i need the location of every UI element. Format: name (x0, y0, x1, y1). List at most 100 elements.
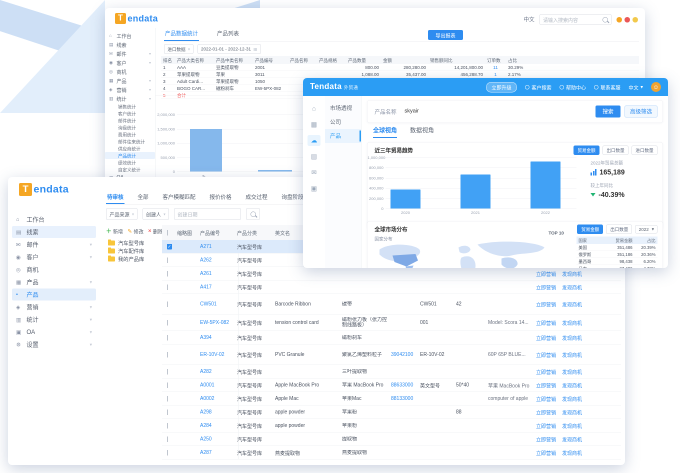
tab-待审核[interactable]: 待审核 (106, 190, 125, 204)
table-row[interactable]: 2苹果提取物苹果30111,088.0035,437.00456,288.701… (161, 71, 639, 78)
tab-产品列表[interactable]: 产品列表 (216, 28, 240, 41)
tab-全球视角[interactable]: 全球视角 (373, 126, 397, 138)
table-row[interactable]: A287汽车型号库燕麦提取物燕麦提取物立即营销发现商机 (162, 446, 621, 460)
sidebar-item-product[interactable]: ▦产品▾ (105, 76, 155, 85)
table-row[interactable]: CW501汽车型号库Barcode Ribbon碳带CW50142立即营销发现商… (162, 294, 621, 315)
table-row[interactable]: 美国351,48620.39% (577, 244, 658, 251)
discover-opportunity-link[interactable]: 发现商机 (562, 408, 582, 416)
marketing-now-link[interactable]: 立即营销 (536, 381, 556, 389)
hs-code[interactable]: 88133000 (389, 396, 418, 402)
sidebar-subitem[interactable]: 询盘统计 (105, 124, 155, 131)
row-checkbox[interactable] (167, 409, 168, 415)
marketing-now-link[interactable]: 立即营销 (536, 395, 556, 403)
tab-报价价格[interactable]: 报价价格 (209, 190, 233, 204)
row-checkbox[interactable] (167, 450, 168, 456)
marketing-now-link[interactable]: 立即营销 (536, 334, 556, 342)
table-row[interactable]: A282汽车型号库三叶提取物立即营销发现商机 (162, 365, 621, 379)
sidebar-subitem[interactable]: 产品统计 (105, 152, 155, 159)
home-icon[interactable]: ⌂ (308, 103, 321, 114)
tab-询盘阶段[interactable]: 询盘阶段 (281, 190, 305, 204)
search-button[interactable] (246, 208, 260, 220)
apps-icon[interactable]: ▦ (308, 119, 321, 130)
export-report-button[interactable]: 导出报表 (428, 30, 463, 40)
tab-客户模糊匹配[interactable]: 客户模糊匹配 (162, 190, 197, 204)
marketing-now-link[interactable]: 立即营销 (536, 449, 556, 457)
chip-贸易金额[interactable]: 贸易金额 (577, 225, 603, 235)
sidebar-item-leads[interactable]: ▤线索 (105, 40, 155, 49)
product-code-link[interactable]: CW501 (198, 301, 235, 307)
header-item-帮助中心[interactable]: 帮助中心 (559, 83, 586, 91)
row-checkbox[interactable] (167, 284, 168, 290)
global-search-input[interactable]: 请输入搜索内容 (540, 14, 612, 25)
sidebar-item-marketing[interactable]: ◈营销▾ (12, 301, 96, 313)
marketing-now-link[interactable]: 立即营销 (536, 300, 556, 308)
product-code-link[interactable]: A282 (198, 369, 235, 375)
cloud-icon[interactable]: ☁ (308, 135, 321, 146)
product-code-link[interactable]: A250 (198, 436, 235, 442)
discover-opportunity-link[interactable]: 发现商机 (562, 368, 582, 376)
table-row[interactable]: A0001汽车型号库Apple MacBook Pro苹果 MacBook Pr… (162, 379, 621, 393)
select-all-checkbox[interactable] (167, 230, 168, 236)
row-checkbox[interactable] (167, 396, 168, 402)
doc-icon[interactable]: ▣ (308, 183, 321, 194)
sidebar-item-mail[interactable]: ✉邮件▾ (12, 239, 96, 251)
tab-成交过程[interactable]: 成交过程 (245, 190, 269, 204)
marketing-now-link[interactable]: 立即营销 (536, 422, 556, 430)
discover-opportunity-link[interactable]: 发现商机 (562, 449, 582, 457)
table-row[interactable]: 日本27,4864.73% (577, 265, 658, 268)
table-row[interactable]: 俄罗斯351,18620.36% (577, 251, 658, 258)
discover-opportunity-link[interactable]: 发现商机 (562, 283, 582, 291)
table-row[interactable]: A394汽车型号库磁粉刹车立即营销发现商机 (162, 331, 621, 345)
discover-opportunity-link[interactable]: 发现商机 (562, 270, 582, 278)
discover-opportunity-link[interactable]: 发现商机 (562, 334, 582, 342)
row-checkbox[interactable] (167, 436, 168, 442)
sidebar-item-mail[interactable]: ✉邮件▾ (105, 49, 155, 58)
sidebar-subitem[interactable]: 费用统计 (105, 131, 155, 138)
product-code-link[interactable]: A0002 (198, 396, 235, 402)
mail-icon[interactable]: ✉ (308, 167, 321, 178)
year-dropdown[interactable]: 2022▾ (635, 225, 657, 234)
sidebar-subitem[interactable]: 客户统计 (105, 110, 155, 117)
sidebar-item-marketing[interactable]: ◈营销▾ (105, 85, 155, 94)
sidebar-item-home[interactable]: ⌂工作台 (12, 214, 96, 226)
row-checkbox[interactable]: ✓ (167, 244, 172, 250)
tab-产品数据统计[interactable]: 产品数据统计 (164, 28, 199, 41)
discover-opportunity-link[interactable]: 发现商机 (562, 319, 582, 327)
table-row[interactable]: ER-10V-02汽车型号库PVC Granule聚氯乙烯塑料粒子3904210… (162, 345, 621, 366)
sidebar-item-opportunity[interactable]: ◎商机 (12, 264, 96, 276)
sidebar-subitem[interactable]: 绩效统计 (105, 159, 155, 166)
discover-opportunity-link[interactable]: 发现商机 (562, 351, 582, 359)
header-item-联系客服[interactable]: 联系客服 (594, 83, 621, 91)
sidebar-item-oa[interactable]: ▣OA▾ (12, 326, 96, 338)
product-code-link[interactable]: A298 (198, 409, 235, 415)
product-code-link[interactable]: A0001 (198, 382, 235, 388)
advanced-filter-button[interactable]: 高级筛选 (625, 106, 658, 118)
search-submit-button[interactable]: 搜索 (596, 106, 621, 118)
row-checkbox[interactable] (167, 320, 168, 326)
user-avatar[interactable]: ☺ (651, 82, 661, 92)
header-item-客户搜索[interactable]: 客户搜索 (525, 83, 552, 91)
row-checkbox[interactable] (167, 423, 168, 429)
subnav-公司[interactable]: 公司 (325, 115, 361, 129)
marketing-now-link[interactable]: 立即营销 (536, 368, 556, 376)
search-field-value[interactable]: skyair (405, 108, 419, 114)
product-code-link[interactable]: A261 (198, 271, 235, 277)
chart-icon[interactable]: ▤ (308, 151, 321, 162)
chip-出口数量[interactable]: 出口数量 (606, 225, 632, 235)
upgrade-button[interactable]: 立即升级 (486, 82, 517, 93)
language-switch[interactable]: 中文 (524, 16, 535, 24)
language-switch[interactable]: 中文▾ (628, 83, 643, 91)
toolbar-delete-button[interactable]: ×删除 (148, 227, 163, 235)
sidebar-item-customer[interactable]: ◉客户▾ (12, 251, 96, 263)
hs-code[interactable]: 39042100 (389, 352, 418, 358)
sidebar-subitem[interactable]: 邮件统计 (105, 117, 155, 124)
discover-opportunity-link[interactable]: 发现商机 (562, 395, 582, 403)
create-date-input[interactable]: 创建日期 (174, 208, 241, 220)
sidebar-item-customer[interactable]: ◉客户▾ (105, 58, 155, 67)
product-code-link[interactable]: EW-5PX-082 (198, 320, 235, 326)
marketing-now-link[interactable]: 立即营销 (536, 283, 556, 291)
product-code-link[interactable]: A262 (198, 257, 235, 263)
table-row[interactable]: A284汽车型号库apple powder苹果粉立即营销发现商机 (162, 419, 621, 433)
sidebar-subitem[interactable]: 销售统计 (105, 103, 155, 110)
discover-opportunity-link[interactable]: 发现商机 (562, 381, 582, 389)
